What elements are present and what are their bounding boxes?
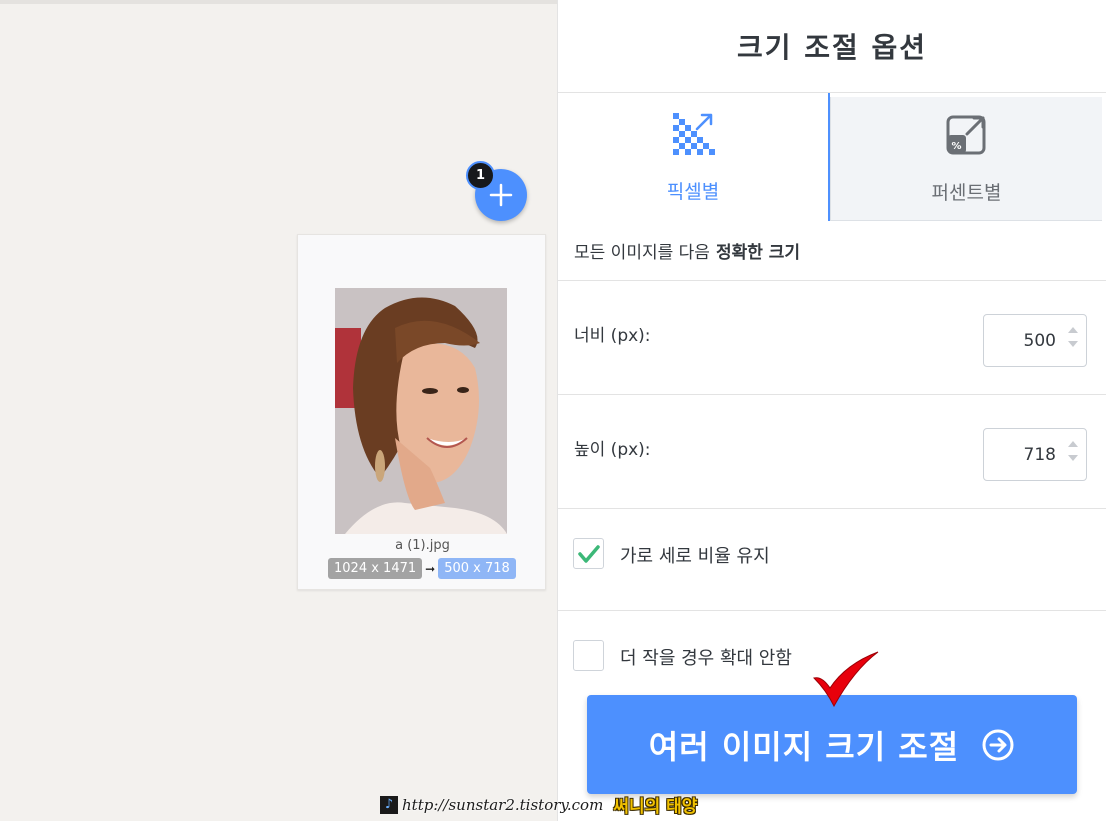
new-size-badge: 500 x 718 [438,558,516,579]
annotation-checkmark-icon [813,651,879,708]
top-divider [0,0,557,4]
original-size-badge: 1024 x 1471 [328,558,423,579]
watermark-url: http://sunstar2.tistory.com [402,795,604,814]
resize-mode-tabs: 픽셀별 % 퍼센트별 [558,93,1106,221]
stepper-down-icon[interactable] [1068,341,1078,347]
percent-resize-icon: % [946,115,985,155]
description-text: 모든 이미지를 다음 [574,243,710,263]
keep-ratio-label[interactable]: 가로 세로 비율 유지 [620,542,770,568]
resize-images-label: 여러 이미지 크기 조절 [648,727,960,766]
panel-title: 크기 조절 옵션 [558,0,1106,93]
height-label: 높이 (px): [574,440,651,460]
arrow-right-icon: ➞ [425,561,436,576]
image-thumbnail [335,288,507,534]
stepper-up-icon[interactable] [1068,441,1078,447]
dimension-change: 1024 x 1471 ➞ 500 x 718 [328,558,516,579]
height-value: 718 [1023,444,1056,465]
file-card[interactable]: a (1).jpg 1024 x 1471 ➞ 500 x 718 [297,234,546,590]
height-input[interactable]: 718 [983,428,1087,481]
file-workspace: 1 a (1).jpg 1024 x 1471 ➞ 500 x 718 [0,0,557,821]
description-emphasis: 정확한 크기 [715,243,801,263]
arrow-circle-right-icon [982,729,1014,760]
tab-by-pixels-label: 픽셀별 [666,180,720,203]
stepper-down-icon[interactable] [1068,455,1078,461]
no-enlarge-checkbox[interactable] [573,640,604,671]
width-input[interactable]: 500 [983,314,1087,367]
no-enlarge-label[interactable]: 더 작을 경우 확대 안함 [620,644,792,670]
keep-ratio-row: 가로 세로 비율 유지 [558,509,1106,611]
svg-text:%: % [951,141,961,152]
music-note-icon: ♪ [380,795,398,814]
stepper-up-icon[interactable] [1068,327,1078,333]
height-row: 높이 (px): 718 [558,395,1106,509]
pixel-resize-icon [673,112,715,155]
width-label: 너비 (px): [574,326,651,346]
watermark-signature: 써니의 태양 [613,797,698,817]
plus-icon [489,183,513,207]
watermark: ♪ http://sunstar2.tistory.com 써니의 태양 [380,792,697,817]
checkmark-icon [577,544,600,563]
keep-ratio-checkbox[interactable] [573,538,604,569]
width-stepper[interactable] [1068,327,1078,347]
width-row: 너비 (px): 500 [558,281,1106,395]
tab-by-percent-label: 퍼센트별 [931,182,1002,204]
file-count-badge: 1 [466,161,495,190]
tab-by-pixels[interactable]: 픽셀별 [558,93,830,221]
height-stepper[interactable] [1068,441,1078,461]
file-name: a (1).jpg [395,538,450,553]
tab-by-percent[interactable]: % 퍼센트별 [830,97,1102,221]
width-value: 500 [1023,330,1056,351]
resize-description: 모든 이미지를 다음 정확한 크기 [558,221,1106,281]
